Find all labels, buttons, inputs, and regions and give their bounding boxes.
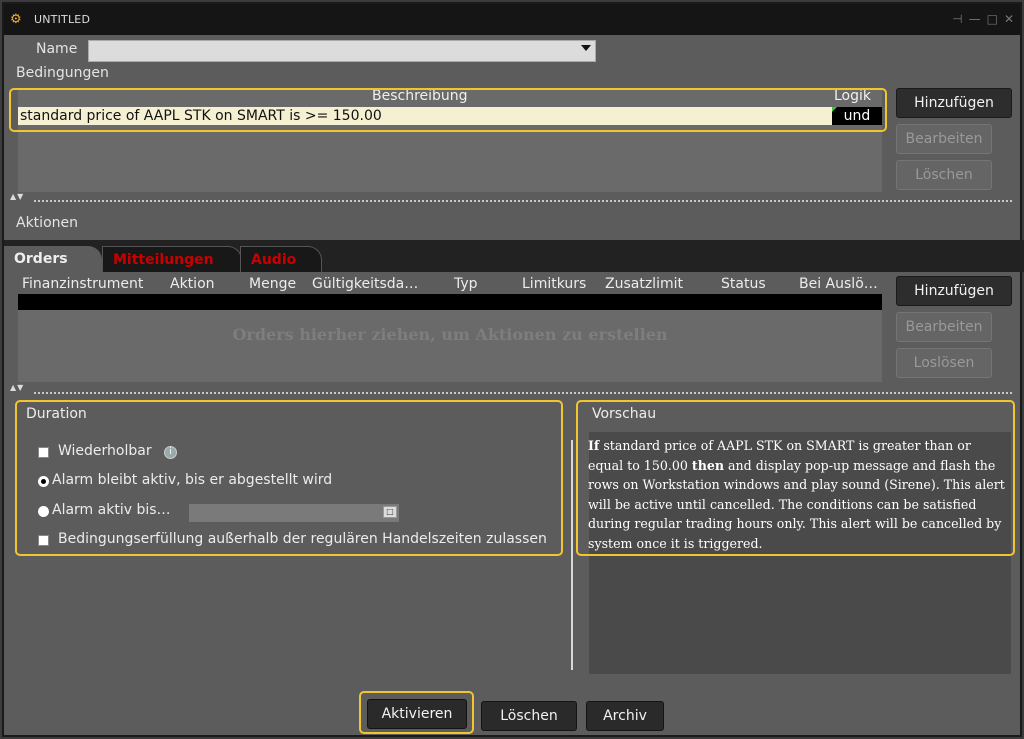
delete-alert-button[interactable]: Löschen bbox=[481, 701, 577, 731]
alert-window: ⚙ UNTITLED ⊣ — □ ✕ Name Bedingungen Besc… bbox=[2, 2, 1024, 737]
delete-condition-button[interactable]: Löschen bbox=[896, 160, 992, 190]
alarm-until-date-field[interactable]: □ bbox=[189, 504, 399, 522]
repeatable-label: Wiederholbar bbox=[58, 443, 152, 459]
actions-tab-strip: Orders Mitteilungen Audio bbox=[4, 240, 1024, 272]
alarm-until-radio[interactable] bbox=[38, 506, 49, 517]
col-aktion[interactable]: Aktion bbox=[170, 276, 215, 292]
maximize-icon[interactable]: □ bbox=[987, 12, 998, 26]
outside-hours-checkbox[interactable] bbox=[38, 535, 49, 546]
duration-title: Duration bbox=[26, 406, 87, 422]
name-combobox[interactable] bbox=[88, 40, 596, 62]
close-icon[interactable]: ✕ bbox=[1004, 12, 1014, 26]
col-status[interactable]: Status bbox=[721, 276, 766, 292]
minimize-icon[interactable]: — bbox=[969, 12, 981, 26]
preview-title: Vorschau bbox=[592, 406, 657, 422]
title-bar: ⚙ UNTITLED ⊣ — □ ✕ bbox=[4, 4, 1020, 35]
activate-button[interactable]: Aktivieren bbox=[367, 699, 467, 729]
condition-row-highlight bbox=[9, 88, 887, 132]
preview-if-keyword: If bbox=[588, 438, 600, 453]
window-controls: ⊣ — □ ✕ bbox=[952, 12, 1014, 26]
detach-order-button[interactable]: Loslösen bbox=[896, 348, 992, 378]
edit-order-button[interactable]: Bearbeiten bbox=[896, 312, 992, 342]
col-gueltigkeitsdauer[interactable]: Gültigkeitsda… bbox=[312, 276, 418, 292]
repeatable-checkbox[interactable] bbox=[38, 447, 49, 458]
app-logo-icon: ⚙ bbox=[10, 11, 22, 27]
orders-empty-hint: Orders hierher ziehen, um Aktionen zu er… bbox=[232, 325, 668, 344]
info-icon[interactable]: i bbox=[164, 446, 177, 459]
actions-section-label: Aktionen bbox=[16, 215, 78, 231]
window-title: UNTITLED bbox=[34, 13, 91, 26]
preview-text: If standard price of AAPL STK on SMART i… bbox=[588, 436, 1008, 554]
alarm-until-label: Alarm aktiv bis… bbox=[52, 502, 171, 518]
calendar-icon[interactable]: □ bbox=[383, 506, 397, 518]
chevron-down-icon[interactable] bbox=[581, 45, 591, 51]
add-condition-button[interactable]: Hinzufügen bbox=[896, 88, 1012, 118]
actions-splitter[interactable] bbox=[34, 392, 1012, 394]
col-typ[interactable]: Typ bbox=[454, 276, 478, 292]
col-zusatzlimit[interactable]: Zusatzlimit bbox=[605, 276, 683, 292]
edit-condition-button[interactable]: Bearbeiten bbox=[896, 124, 992, 154]
orders-table-band bbox=[18, 294, 882, 310]
orders-table-header: Finanzinstrument Aktion Menge Gültigkeit… bbox=[18, 276, 882, 294]
alarm-until-off-radio[interactable] bbox=[38, 476, 49, 487]
preview-then-keyword: then bbox=[691, 457, 725, 473]
col-finanzinstrument[interactable]: Finanzinstrument bbox=[22, 276, 143, 292]
conditions-resize-arrows-icon[interactable]: ▲▼ bbox=[10, 192, 24, 201]
col-bei-ausloesung[interactable]: Bei Auslö… bbox=[799, 276, 878, 292]
tab-audio[interactable]: Audio bbox=[240, 246, 322, 272]
add-order-button[interactable]: Hinzufügen bbox=[896, 276, 1012, 306]
tab-orders[interactable]: Orders bbox=[4, 246, 102, 272]
actions-resize-arrows-icon[interactable]: ▲▼ bbox=[10, 383, 24, 392]
conditions-splitter[interactable] bbox=[34, 200, 1012, 202]
name-label: Name bbox=[36, 41, 78, 57]
panel-divider bbox=[571, 440, 573, 670]
tab-mitteilungen[interactable]: Mitteilungen bbox=[102, 246, 242, 272]
pin-icon[interactable]: ⊣ bbox=[952, 12, 962, 26]
orders-table[interactable] bbox=[18, 310, 882, 382]
alarm-until-off-label: Alarm bleibt aktiv, bis er abgestellt wi… bbox=[52, 472, 333, 488]
col-menge[interactable]: Menge bbox=[249, 276, 296, 292]
conditions-section-label: Bedingungen bbox=[16, 65, 109, 81]
outside-hours-label: Bedingungserfüllung außerhalb der regulä… bbox=[58, 531, 547, 547]
archive-button[interactable]: Archiv bbox=[586, 701, 664, 731]
col-limitkurs[interactable]: Limitkurs bbox=[522, 276, 586, 292]
